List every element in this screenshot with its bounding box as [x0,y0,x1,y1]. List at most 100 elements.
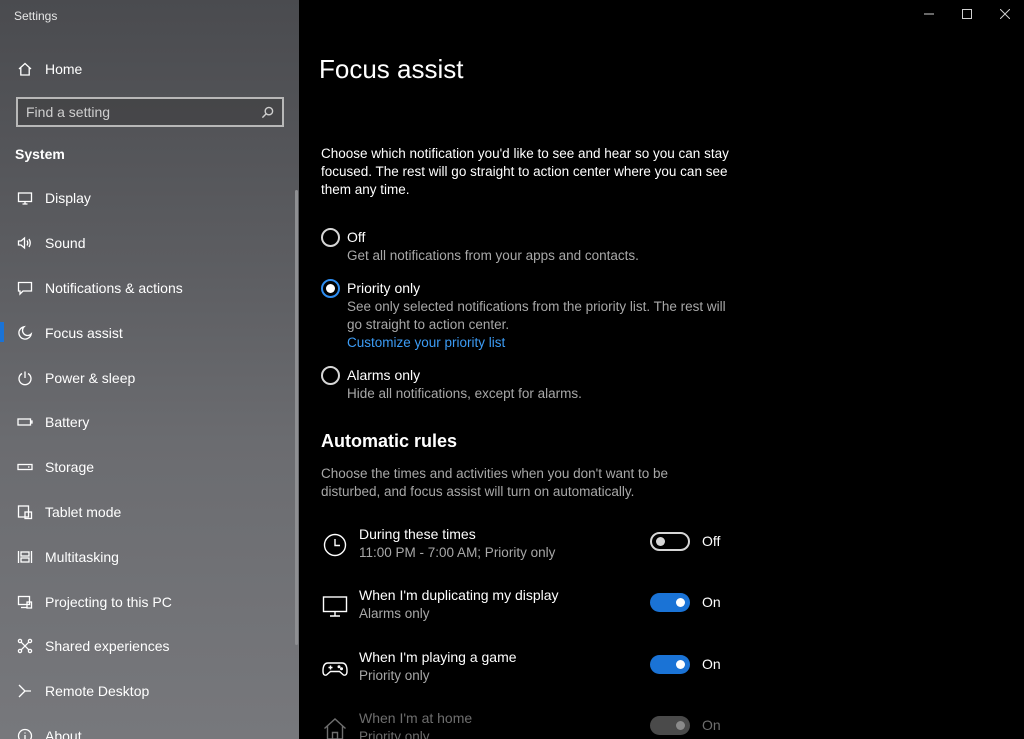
toggle-switch[interactable] [650,593,690,612]
home-icon [321,715,349,739]
sidebar-item-label: Multitasking [45,548,119,565]
sidebar-item-label: Remote Desktop [45,683,150,700]
monitor-icon [321,592,349,620]
rule-subtitle: Priority only [359,668,430,683]
home-nav-item[interactable]: Home [0,52,299,86]
sidebar-item-projecting[interactable]: Projecting to this PC [0,579,299,624]
toggle-state-label: On [702,717,721,733]
automatic-rules-heading: Automatic rules [321,431,458,451]
sidebar-item-shared-experiences[interactable]: Shared experiences [0,624,299,669]
rule-title: When I'm playing a game [359,649,517,665]
rule-subtitle: Priority only [359,729,430,739]
page-title: Focus assist [319,54,464,84]
sidebar-item-label: Display [45,190,91,207]
minimize-button[interactable] [910,0,948,28]
window-controls [910,0,1024,28]
shared-icon [16,637,34,655]
sidebar-item-label: Battery [45,414,90,431]
sidebar-item-remote-desktop[interactable]: Remote Desktop [0,669,299,714]
focus-mode-radio-group: Off Get all notifications from your apps… [321,228,741,417]
sidebar-scrollbar[interactable] [295,190,298,645]
power-icon [16,369,34,387]
moon-icon [16,324,34,342]
maximize-button[interactable] [948,0,986,28]
sidebar-item-multitasking[interactable]: Multitasking [0,534,299,579]
home-icon [16,60,34,78]
intro-text: Choose which notification you'd like to … [321,146,729,197]
rule-subtitle: Alarms only [359,606,430,621]
sidebar-nav: Display Sound Notifications & actions Fo… [0,176,299,739]
toggle-state-label: On [702,656,721,672]
search-icon[interactable] [256,101,278,123]
monitor-icon [16,189,34,207]
speaker-icon [16,234,34,252]
close-button[interactable] [986,0,1024,28]
multitasking-icon [16,548,34,566]
sidebar-item-label: Shared experiences [45,638,170,655]
sidebar-item-display[interactable]: Display [0,176,299,221]
radio-option-alarms-only[interactable]: Alarms only Hide all notifications, exce… [321,366,741,403]
main-content: Focus assist Choose which notification y… [299,0,1024,739]
rule-subtitle: 11:00 PM - 7:00 AM; Priority only [359,545,556,560]
radio-description: Hide all notifications, except for alarm… [347,386,582,401]
rule-title: When I'm duplicating my display [359,587,559,603]
sidebar-item-power-sleep[interactable]: Power & sleep [0,355,299,400]
sidebar-item-label: Storage [45,459,95,476]
sidebar-item-label: Sound [45,235,86,252]
sidebar-item-label: Projecting to this PC [45,593,172,610]
radio-label: Off [347,229,366,245]
projecting-icon [16,593,34,611]
storage-icon [16,458,34,476]
sidebar-item-notifications[interactable]: Notifications & actions [0,266,299,311]
toggle-switch[interactable] [650,716,690,735]
toggle-switch[interactable] [650,532,690,551]
radio-option-priority-only[interactable]: Priority only See only selected notifica… [321,279,741,352]
home-label: Home [45,61,83,77]
clock-icon [321,531,349,559]
battery-icon [16,413,34,431]
sidebar-item-about[interactable]: About [0,714,299,739]
remote-icon [16,682,34,700]
rule-playing-game[interactable]: When I'm playing a game Priority only On [321,648,741,692]
toggle-state-label: On [702,594,721,610]
customize-priority-list-link[interactable]: Customize your priority list [347,334,741,352]
window-title: Settings [14,9,58,23]
sidebar-item-sound[interactable]: Sound [0,221,299,266]
gamepad-icon [321,654,349,682]
section-label-system: System [15,146,65,162]
sidebar-item-focus-assist[interactable]: Focus assist [0,310,299,355]
sidebar: Settings Home System Display Sound [0,0,299,739]
search-input[interactable] [18,99,256,125]
radio-button[interactable] [321,228,340,247]
info-icon [16,727,34,739]
toggle-switch[interactable] [650,655,690,674]
radio-description: See only selected notifications from the… [347,299,726,332]
radio-description: Get all notifications from your apps and… [347,248,639,263]
message-icon [16,279,34,297]
sidebar-item-label: Focus assist [45,324,123,341]
rule-duplicating-display[interactable]: When I'm duplicating my display Alarms o… [321,586,741,630]
maximize-icon [962,9,972,19]
radio-button[interactable] [321,366,340,385]
sidebar-item-label: About [45,727,82,739]
rule-title: When I'm at home [359,710,473,726]
rule-title: During these times [359,526,476,542]
radio-label: Alarms only [347,367,421,383]
search-box [16,97,284,127]
settings-window: Settings Home System Display Sound [0,0,1024,739]
sidebar-item-storage[interactable]: Storage [0,445,299,490]
minimize-icon [924,13,934,15]
automatic-rules-description: Choose the times and activities when you… [321,466,669,499]
tablet-icon [16,503,34,521]
rule-at-home[interactable]: When I'm at home Priority only On [321,709,741,739]
sidebar-item-label: Tablet mode [45,503,122,520]
radio-option-off[interactable]: Off Get all notifications from your apps… [321,228,741,265]
rule-during-these-times[interactable]: During these times 11:00 PM - 7:00 AM; P… [321,525,741,569]
toggle-state-label: Off [702,533,721,549]
sidebar-item-label: Power & sleep [45,369,136,386]
sidebar-item-tablet-mode[interactable]: Tablet mode [0,490,299,535]
close-icon [1000,9,1010,19]
sidebar-item-battery[interactable]: Battery [0,400,299,445]
sidebar-item-label: Notifications & actions [45,279,183,296]
radio-button[interactable] [321,279,340,298]
